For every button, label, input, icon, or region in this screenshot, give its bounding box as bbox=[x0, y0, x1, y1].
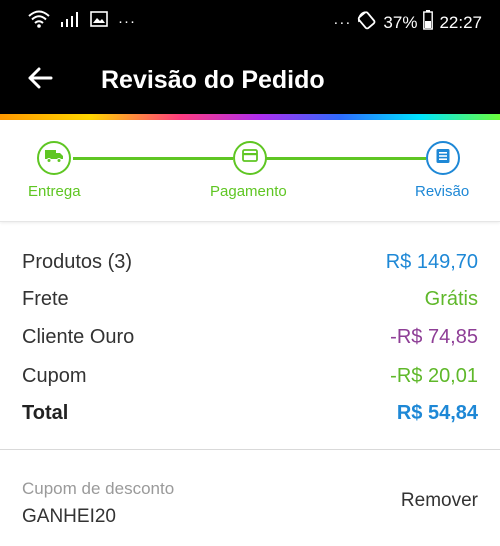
remove-coupon-button[interactable]: Remover bbox=[401, 489, 478, 513]
card-icon bbox=[242, 149, 258, 167]
clock: 22:27 bbox=[439, 12, 482, 32]
rotation-lock-icon bbox=[357, 10, 377, 35]
wifi-icon bbox=[28, 10, 50, 33]
battery-percent: 37% bbox=[383, 12, 418, 32]
total-label: Total bbox=[22, 401, 69, 424]
page-title: Revisão do Pedido bbox=[101, 66, 325, 94]
summary-row-shipping: Frete Grátis bbox=[22, 284, 478, 314]
step-entrega[interactable] bbox=[37, 141, 71, 175]
summary-label: Produtos (3) bbox=[22, 250, 133, 273]
list-icon bbox=[435, 148, 451, 169]
status-right: ··· 37% 22:27 bbox=[333, 10, 482, 35]
battery-icon bbox=[423, 10, 434, 35]
gallery-notification-icon bbox=[90, 11, 108, 32]
back-button[interactable] bbox=[20, 60, 60, 100]
summary-row-total: Total R$ 54,84 bbox=[22, 398, 478, 428]
summary-value: R$ 149,70 bbox=[385, 250, 478, 273]
coupon-section: Cupom de desconto GANHEI20 Remover bbox=[0, 451, 500, 546]
summary-label: Frete bbox=[22, 287, 69, 310]
total-value: R$ 54,84 bbox=[396, 401, 478, 424]
summary-row-gold-customer: Cliente Ouro -R$ 74,85 bbox=[22, 322, 478, 352]
summary-row-products: Produtos (3) R$ 149,70 bbox=[22, 247, 478, 277]
signal-icon bbox=[60, 11, 80, 32]
summary-row-coupon: Cupom -R$ 20,01 bbox=[22, 361, 478, 391]
more-notifications-indicator: ··· bbox=[118, 12, 136, 30]
checkout-stepper: Entrega Pagamento Revisão bbox=[0, 120, 500, 222]
step-connector bbox=[266, 157, 426, 160]
step-pagamento[interactable] bbox=[233, 141, 267, 175]
app-bar: Revisão do Pedido bbox=[0, 42, 500, 116]
summary-value: -R$ 20,01 bbox=[390, 364, 478, 387]
coupon-code: GANHEI20 bbox=[22, 506, 116, 527]
arrow-left-icon bbox=[27, 67, 53, 94]
order-summary: Produtos (3) R$ 149,70 Frete Grátis Clie… bbox=[0, 232, 500, 450]
more-status-indicator: ··· bbox=[333, 13, 352, 31]
coupon-label: Cupom de desconto bbox=[22, 479, 175, 498]
summary-label: Cliente Ouro bbox=[22, 325, 135, 348]
summary-label: Cupom bbox=[22, 364, 87, 387]
truck-icon bbox=[45, 149, 63, 168]
step-label-pagamento[interactable]: Pagamento bbox=[210, 183, 287, 201]
step-label-entrega[interactable]: Entrega bbox=[28, 183, 81, 201]
summary-value: Grátis bbox=[424, 287, 478, 310]
step-label-revisao[interactable]: Revisão bbox=[415, 183, 469, 201]
status-left: ··· bbox=[28, 10, 136, 33]
step-connector bbox=[73, 157, 233, 160]
status-bar: ··· ··· 37% 22:27 bbox=[0, 0, 500, 42]
step-revisao[interactable] bbox=[426, 141, 460, 175]
summary-value: -R$ 74,85 bbox=[390, 325, 478, 348]
